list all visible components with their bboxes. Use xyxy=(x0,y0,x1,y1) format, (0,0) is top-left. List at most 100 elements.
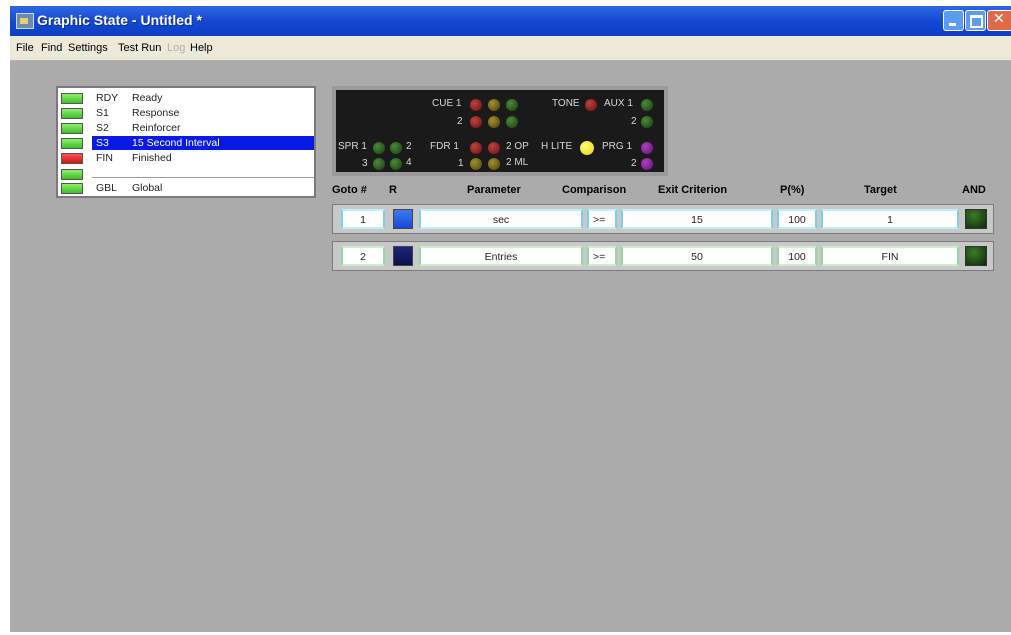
state-row-s1[interactable]: S1 Response xyxy=(58,106,314,121)
spr1-label: SPR 1 xyxy=(338,141,367,152)
spr2-label: 2 xyxy=(406,141,412,152)
header-parameter: Parameter xyxy=(467,184,521,196)
state-row-rdy[interactable]: RDY Ready xyxy=(58,91,314,106)
spr3-label: 3 xyxy=(362,158,368,169)
and-button[interactable] xyxy=(965,246,987,266)
comparison-field[interactable]: >= xyxy=(587,246,617,266)
state-name: Finished xyxy=(132,152,172,164)
window-title: Graphic State - Untitled * xyxy=(37,12,202,28)
header-exit-criterion: Exit Criterion xyxy=(658,184,728,196)
aux1-label: AUX 1 xyxy=(604,98,633,109)
state-label: RDY Ready xyxy=(92,91,314,105)
ml-label: 2 ML xyxy=(506,157,529,168)
comparison-field[interactable]: >= xyxy=(587,209,617,229)
header-comparison: Comparison xyxy=(562,184,627,196)
aux2-label: 2 xyxy=(631,116,637,127)
goto-field[interactable]: 2 xyxy=(341,246,385,266)
menu-log[interactable]: Log xyxy=(167,42,185,54)
exit-criterion-field[interactable]: 15 xyxy=(621,209,773,229)
criteria-row-2: 2 Entries >= 50 100 FIN xyxy=(332,241,994,271)
header-r: R xyxy=(389,184,397,196)
parameter-field[interactable]: Entries xyxy=(419,246,583,266)
state-name: Ready xyxy=(132,92,163,104)
state-led xyxy=(61,93,83,104)
spr4-label: 4 xyxy=(406,157,412,168)
exit-criterion-field[interactable]: 50 xyxy=(621,246,773,266)
state-led xyxy=(61,153,83,164)
state-label-selected: S3 15 Second Interval xyxy=(92,136,314,150)
menu-file[interactable]: File xyxy=(16,42,34,54)
header-target: Target xyxy=(864,184,897,196)
state-code: GBL xyxy=(96,182,118,194)
probability-field[interactable]: 100 xyxy=(777,209,817,229)
op-label: 2 OP xyxy=(506,141,529,152)
state-row-gbl[interactable]: GBL Global xyxy=(58,181,314,196)
menu-settings[interactable]: Settings xyxy=(68,42,108,54)
cue1-label: CUE 1 xyxy=(432,98,462,109)
goto-field[interactable]: 1 xyxy=(341,209,385,229)
fdr1-led xyxy=(470,142,482,154)
prg1-led xyxy=(641,142,653,154)
fdr2-label: 1 xyxy=(458,158,464,169)
title-bar[interactable]: Graphic State - Untitled * xyxy=(10,6,1011,36)
graphic-state-window: Graphic State - Untitled * File Find Set… xyxy=(10,6,1011,632)
spr4-led xyxy=(390,158,402,170)
state-row-s2[interactable]: S2 Reinforcer xyxy=(58,121,314,136)
minimize-button[interactable] xyxy=(943,10,964,31)
prg2-label: 2 xyxy=(631,158,637,169)
and-button[interactable] xyxy=(965,209,987,229)
state-list[interactable]: RDY Ready S1 Response S2 Reinforcer S3 1… xyxy=(56,86,316,198)
app-icon xyxy=(16,13,34,29)
cue1-red-led xyxy=(470,99,482,111)
io-indicator-panel: CUE 1 2 TONE AUX 1 2 SPR 1 2 3 4 FDR 1 2… xyxy=(332,86,668,176)
state-led xyxy=(61,138,83,149)
state-code: RDY xyxy=(96,92,119,104)
aux1-led xyxy=(641,99,653,111)
state-row-fin[interactable]: FIN Finished xyxy=(58,151,314,166)
state-code: S2 xyxy=(96,122,109,134)
state-label: FIN Finished xyxy=(92,151,314,165)
close-button[interactable] xyxy=(987,10,1011,31)
cue2-label: 2 xyxy=(457,116,463,127)
state-code: S1 xyxy=(96,107,109,119)
probability-field[interactable]: 100 xyxy=(777,246,817,266)
menu-help[interactable]: Help xyxy=(190,42,213,54)
state-row-s3[interactable]: S3 15 Second Interval xyxy=(58,136,314,151)
prg1-label: PRG 1 xyxy=(602,141,633,152)
menu-test-run[interactable]: Test Run xyxy=(118,42,161,54)
fdr2-led xyxy=(470,158,482,170)
menu-bar: File Find Settings Test Run Log Help xyxy=(10,36,1011,61)
r-button[interactable] xyxy=(393,209,413,229)
maximize-button[interactable] xyxy=(965,10,986,31)
header-goto: Goto # xyxy=(332,184,367,196)
state-led xyxy=(61,183,83,194)
state-led xyxy=(61,169,83,180)
tone-label: TONE xyxy=(552,98,580,109)
state-row-blank[interactable] xyxy=(58,167,314,182)
menu-find[interactable]: Find xyxy=(41,42,62,54)
cue2-green-led xyxy=(506,116,518,128)
state-label: S1 Response xyxy=(92,106,314,120)
header-probability: P(%) xyxy=(780,184,805,196)
state-label: GBL Global xyxy=(92,181,314,195)
state-name: Reinforcer xyxy=(132,122,181,134)
r-button[interactable] xyxy=(393,246,413,266)
hlite-label: H LITE xyxy=(541,141,573,152)
target-field[interactable]: FIN xyxy=(821,246,959,266)
target-field[interactable]: 1 xyxy=(821,209,959,229)
ml-led xyxy=(488,158,500,170)
op-led xyxy=(488,142,500,154)
cue1-olive-led xyxy=(488,99,500,111)
spr1-led xyxy=(373,142,385,154)
prg2-led xyxy=(641,158,653,170)
spr3-led xyxy=(373,158,385,170)
hlite-led xyxy=(580,141,594,155)
state-label: S2 Reinforcer xyxy=(92,121,314,135)
criteria-row-1: 1 sec >= 15 100 1 xyxy=(332,204,994,234)
cue2-red-led xyxy=(470,116,482,128)
parameter-field[interactable]: sec xyxy=(419,209,583,229)
state-name: 15 Second Interval xyxy=(132,137,220,149)
header-and: AND xyxy=(962,184,986,196)
fdr1-label: FDR 1 xyxy=(430,141,459,152)
cue2-olive-led xyxy=(488,116,500,128)
